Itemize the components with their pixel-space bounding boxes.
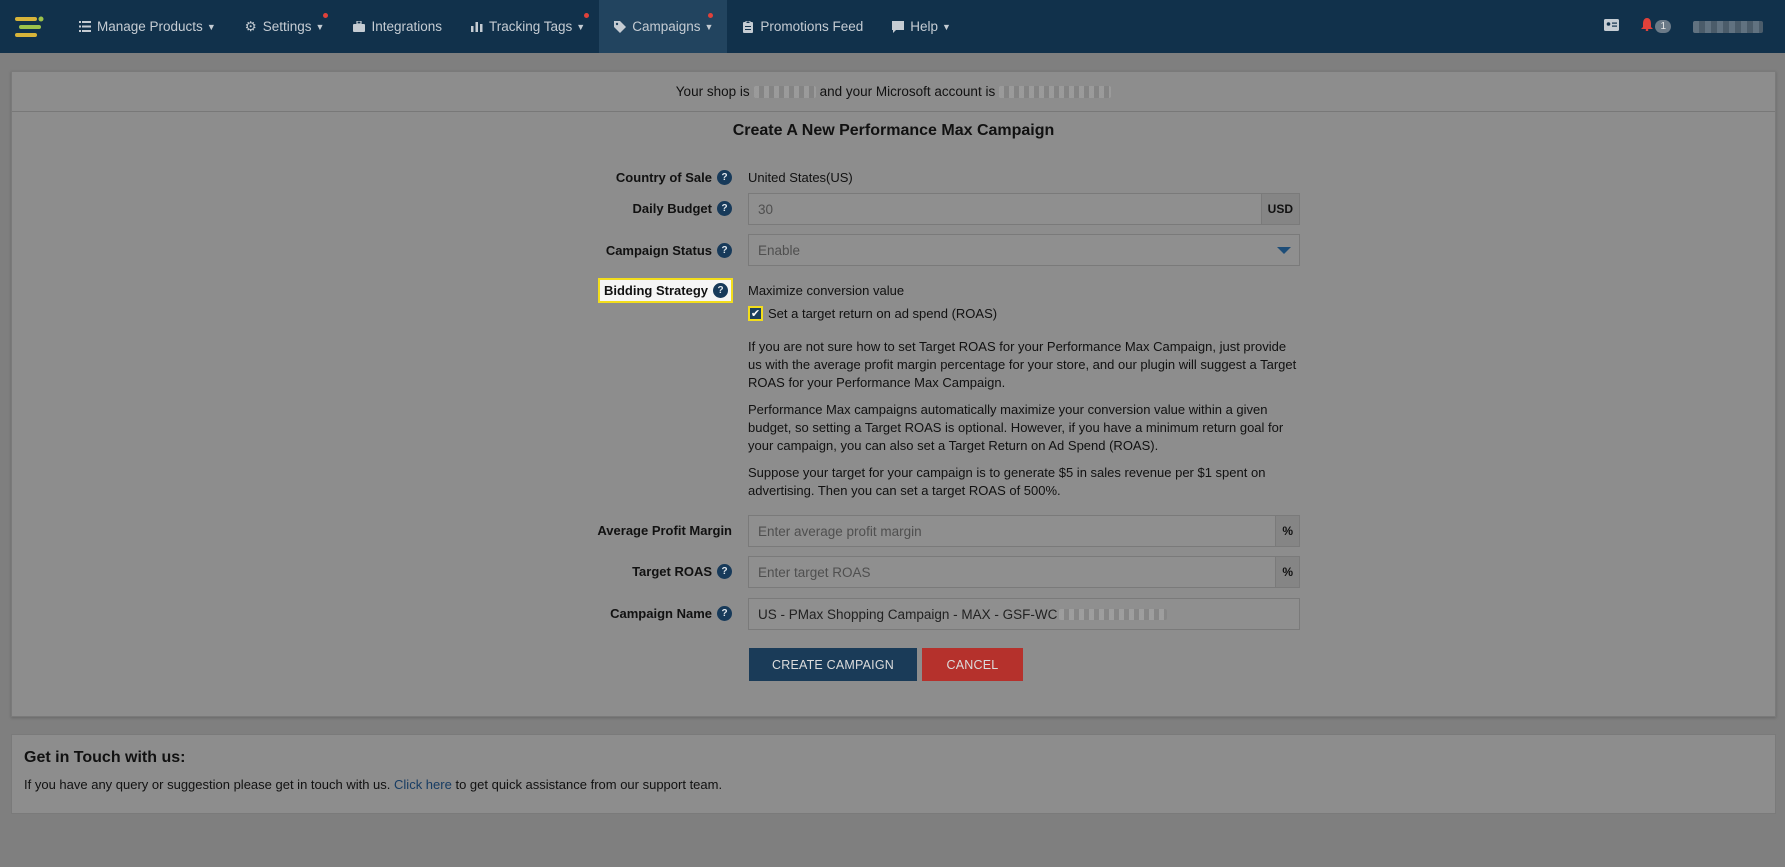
help-icon[interactable]: ? <box>713 283 728 298</box>
nav-label: Tracking Tags <box>488 19 573 34</box>
nav-manage-products[interactable]: Manage Products ▼ <box>64 0 230 53</box>
campaign-name-label: Campaign Name ? <box>610 606 732 621</box>
create-campaign-button[interactable]: CREATE CAMPAIGN <box>749 648 917 681</box>
profit-margin-input[interactable]: Enter average profit margin % <box>748 515 1300 547</box>
contact-card: Get in Touch with us: If you have any qu… <box>11 734 1776 814</box>
user-menu[interactable] <box>1693 20 1763 33</box>
gear-icon: ⚙ <box>244 18 257 34</box>
contact-text-after: to get quick assistance from our support… <box>455 777 723 792</box>
list-icon <box>78 20 92 34</box>
campaign-name-redacted <box>1059 608 1168 620</box>
target-roas-input[interactable]: Enter target ROAS % <box>748 556 1300 588</box>
caret-down-icon: ▼ <box>315 21 325 32</box>
bell-icon <box>1641 17 1654 36</box>
tag-icon <box>613 20 627 34</box>
nav-label: Manage Products <box>97 19 203 34</box>
campaign-status-value: Enable <box>758 242 801 258</box>
help-icon[interactable]: ? <box>717 243 732 258</box>
percent-addon: % <box>1275 557 1299 587</box>
form-title: Create A New Performance Max Campaign <box>732 122 1055 139</box>
nav-label: Integrations <box>371 19 442 34</box>
notifications-button[interactable]: 1 <box>1641 17 1671 36</box>
campaign-name-input[interactable]: US - PMax Shopping Campaign - MAX - GSF-… <box>748 598 1300 630</box>
roas-help-paragraph-3: Suppose your target for your campaign is… <box>748 465 1266 498</box>
cancel-button[interactable]: CANCEL <box>922 648 1023 681</box>
caret-down-icon: ▼ <box>704 21 714 32</box>
id-card-icon[interactable] <box>1604 18 1620 36</box>
brand-logo[interactable] <box>0 0 60 53</box>
shop-name-redacted <box>753 85 816 98</box>
nav-campaigns[interactable]: Campaigns ▼ <box>599 0 728 53</box>
daily-budget-input[interactable]: 30 USD <box>748 193 1300 225</box>
daily-budget-label: Daily Budget ? <box>633 201 732 216</box>
help-icon[interactable]: ? <box>717 564 732 579</box>
nav-label: Settings <box>262 19 312 34</box>
label-text: Target ROAS <box>632 564 712 579</box>
create-campaign-card: Your shop is and your Microsoft account … <box>11 71 1776 717</box>
target-roas-label: Target ROAS ? <box>632 564 732 579</box>
profit-margin-placeholder: Enter average profit margin <box>758 523 922 539</box>
contact-text: If you have any query or suggestion plea… <box>24 777 722 792</box>
notification-dot <box>584 13 590 18</box>
nav-promotions-feed[interactable]: Promotions Feed <box>727 0 877 53</box>
campaign-status-label: Campaign Status ? <box>606 243 732 258</box>
nav-label: Promotions Feed <box>760 19 864 34</box>
clipboard-icon <box>741 20 755 34</box>
country-value: United States(US) <box>748 170 853 185</box>
caret-down-icon: ▼ <box>576 21 586 32</box>
briefcase-icon <box>352 20 366 34</box>
nav-settings[interactable]: ⚙ Settings ▼ <box>230 0 339 53</box>
roas-checkbox-label: Set a target return on ad spend (ROAS) <box>768 306 998 321</box>
nav-label: Campaigns <box>632 19 701 34</box>
roas-help-paragraph-2: Performance Max campaigns automatically … <box>748 402 1284 453</box>
shop-info-bar: Your shop is and your Microsoft account … <box>12 72 1775 112</box>
label-text: Bidding Strategy <box>603 283 708 298</box>
label-text: Campaign Name <box>610 606 712 621</box>
bidding-strategy-value: Maximize conversion value <box>748 283 905 298</box>
contact-text-before: If you have any query or suggestion plea… <box>24 777 391 792</box>
label-text: Campaign Status <box>605 243 712 258</box>
campaign-status-select[interactable]: Enable <box>748 234 1300 266</box>
contact-title: Get in Touch with us: <box>24 749 186 766</box>
campaign-name-value: US - PMax Shopping Campaign - MAX - GSF-… <box>758 606 1058 622</box>
shop-middle: and your Microsoft account is <box>819 84 996 99</box>
roas-checkbox-row[interactable]: ✔ Set a target return on ad spend (ROAS) <box>748 306 1300 321</box>
caret-down-icon: ▼ <box>942 21 951 32</box>
daily-budget-value: 30 <box>758 201 774 217</box>
account-redacted <box>999 85 1112 98</box>
bar-chart-icon <box>470 20 484 34</box>
caret-down-icon: ▼ <box>206 21 216 32</box>
nav-label: Help <box>910 19 938 34</box>
target-roas-placeholder: Enter target ROAS <box>758 564 871 580</box>
help-icon[interactable]: ? <box>717 170 732 185</box>
notification-count: 1 <box>1655 20 1671 33</box>
logo-icon <box>15 16 44 37</box>
notification-dot <box>323 13 329 18</box>
nav-integrations[interactable]: Integrations <box>338 0 456 53</box>
label-text: Average Profit Margin <box>597 523 732 538</box>
label-text: Country of Sale <box>615 170 712 185</box>
nav-help[interactable]: Help ▼ <box>877 0 965 53</box>
currency-addon: USD <box>1260 194 1299 224</box>
country-label: Country of Sale ? <box>616 170 732 185</box>
roas-checkbox[interactable]: ✔ <box>748 306 763 321</box>
help-icon[interactable]: ? <box>717 201 732 216</box>
profit-margin-label: Average Profit Margin <box>597 523 732 538</box>
percent-addon: % <box>1275 516 1299 546</box>
chevron-down-icon <box>1277 246 1291 254</box>
label-text: Daily Budget <box>632 201 712 216</box>
top-navbar: Manage Products ▼ ⚙ Settings ▼ Integrati… <box>0 0 1785 53</box>
shop-prefix: Your shop is <box>675 84 750 99</box>
comment-icon <box>891 20 905 34</box>
support-link[interactable]: Click here <box>394 777 452 792</box>
help-icon[interactable]: ? <box>717 606 732 621</box>
notification-dot <box>708 13 714 18</box>
nav-tracking-tags[interactable]: Tracking Tags ▼ <box>456 0 599 53</box>
bidding-strategy-label: Bidding Strategy ? <box>597 278 733 303</box>
roas-help-paragraph-1: If you are not sure how to set Target RO… <box>748 339 1297 390</box>
